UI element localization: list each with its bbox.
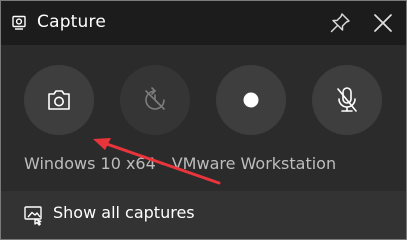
mic-off-icon bbox=[337, 87, 357, 112]
record-last-30s-button[interactable] bbox=[120, 65, 190, 135]
capture-widget: Capture Windows 10 x64 - VMware Workstat… bbox=[0, 0, 407, 240]
gallery-icon bbox=[24, 206, 42, 226]
record-dot-icon bbox=[243, 92, 259, 108]
microphone-button[interactable] bbox=[312, 65, 382, 135]
window-title: Capture bbox=[37, 12, 106, 32]
replay-icon bbox=[145, 87, 165, 110]
capture-icon bbox=[12, 15, 26, 30]
pin-icon[interactable] bbox=[328, 11, 352, 35]
capture-panel: Windows 10 x64 - VMware Workstation bbox=[1, 45, 406, 191]
show-all-captures-label: Show all captures bbox=[53, 203, 195, 222]
camera-icon bbox=[48, 90, 70, 110]
screenshot-button[interactable] bbox=[24, 65, 94, 135]
capture-source-label: Windows 10 x64 - VMware Workstation bbox=[24, 154, 337, 173]
start-recording-button[interactable] bbox=[216, 65, 286, 135]
close-icon[interactable] bbox=[371, 11, 395, 35]
show-all-captures-link[interactable]: Show all captures bbox=[1, 191, 406, 239]
title-bar: Capture bbox=[1, 1, 406, 45]
